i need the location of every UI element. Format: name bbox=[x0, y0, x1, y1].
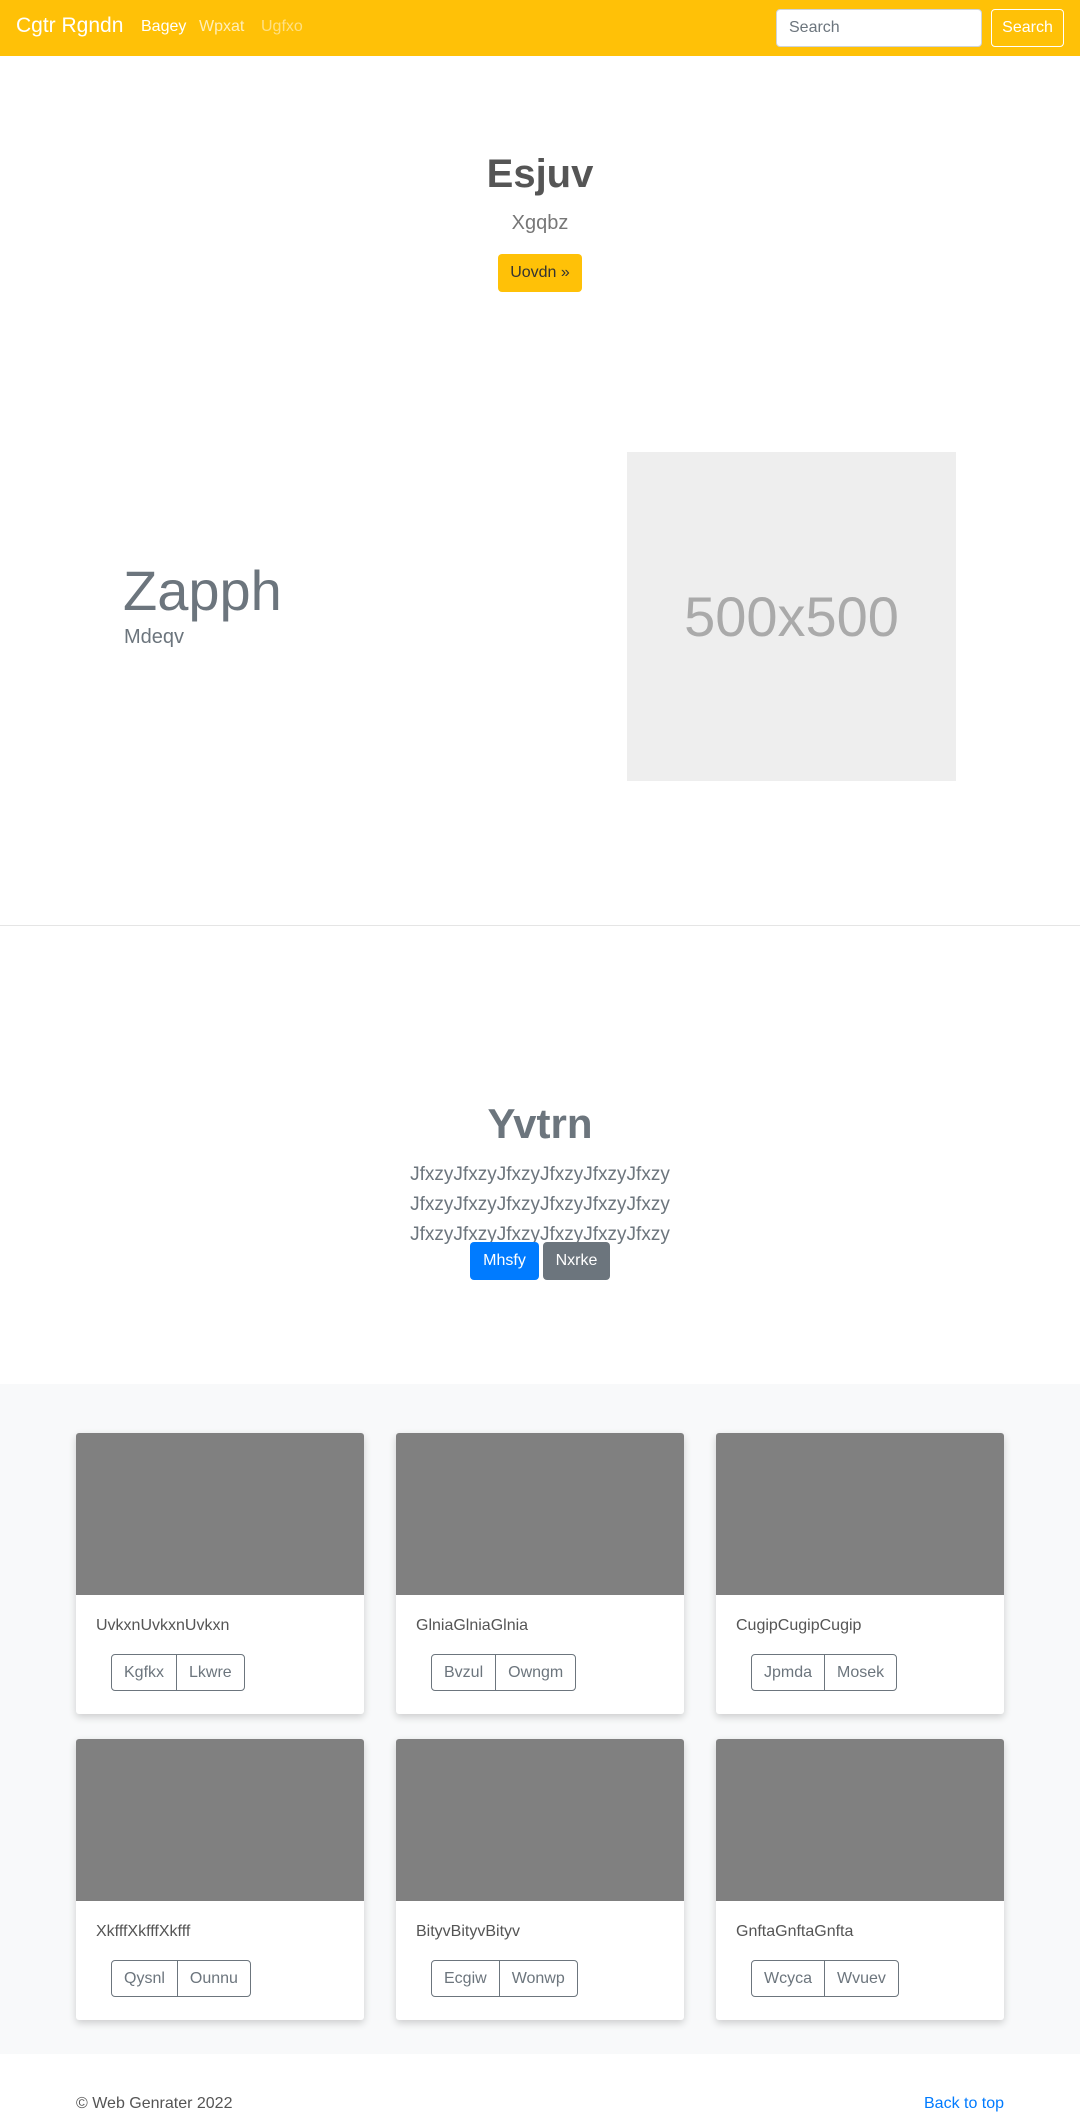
feature-subtitle: Mdeqv bbox=[124, 626, 185, 648]
secondary-button[interactable]: Nxrke bbox=[543, 1242, 610, 1280]
jumbotron-lead: JfxzyJfxzyJfxzyJfxzyJfxzyJfxzy JfxzyJfxz… bbox=[410, 1164, 670, 1245]
card-edit-button[interactable]: Ounnu bbox=[176, 1960, 251, 1997]
card-text: UvkxnUvkxnUvkxn bbox=[96, 1617, 230, 1634]
card-view-button[interactable]: Bvzul bbox=[431, 1654, 497, 1691]
card-image bbox=[396, 1739, 684, 1901]
card-button-group: Kgfkx Lkwre bbox=[111, 1654, 245, 1691]
hero-subtitle: Xgqbz bbox=[511, 212, 569, 234]
nav-link-bagey[interactable]: Bagey bbox=[141, 18, 186, 36]
search-input[interactable] bbox=[776, 9, 982, 47]
card-button-group: Ecgiw Wonwp bbox=[431, 1960, 578, 1997]
card-view-button[interactable]: Jpmda bbox=[751, 1654, 826, 1691]
card-edit-button[interactable]: Wonwp bbox=[498, 1960, 578, 1997]
album-section: UvkxnUvkxnUvkxn Kgfkx Lkwre GlniaGlniaGl… bbox=[0, 1384, 1080, 2054]
placeholder-image: 500x500 bbox=[627, 452, 956, 781]
card-edit-button[interactable]: Wvuev bbox=[824, 1960, 899, 1997]
card-text: CugipCugipCugip bbox=[736, 1617, 862, 1634]
card-edit-button[interactable]: Mosek bbox=[824, 1654, 898, 1691]
card-text: GnftaGnftaGnfta bbox=[736, 1923, 854, 1940]
card-view-button[interactable]: Qysnl bbox=[111, 1960, 178, 1997]
placeholder-image-label: 500x500 bbox=[684, 585, 899, 648]
jumbotron-title: Yvtrn bbox=[487, 1100, 593, 1147]
card: GlniaGlniaGlnia Bvzul Owngm bbox=[396, 1433, 684, 1714]
card-image bbox=[396, 1433, 684, 1595]
card: XkfffXkfffXkfff Qysnl Ounnu bbox=[76, 1739, 364, 2020]
nav-link-ugfxo[interactable]: Ugfxo bbox=[261, 18, 303, 36]
card-button-group: Qysnl Ounnu bbox=[111, 1960, 251, 1997]
card-view-button[interactable]: Ecgiw bbox=[431, 1960, 500, 1997]
card: UvkxnUvkxnUvkxn Kgfkx Lkwre bbox=[76, 1433, 364, 1714]
card-edit-button[interactable]: Lkwre bbox=[176, 1654, 245, 1691]
feature-title: Zapph bbox=[123, 559, 282, 622]
card-button-group: Jpmda Mosek bbox=[751, 1654, 898, 1691]
card-text: XkfffXkfffXkfff bbox=[96, 1923, 191, 1940]
card-text: BityvBityvBityv bbox=[416, 1923, 521, 1940]
card-image bbox=[716, 1739, 1004, 1901]
search-button[interactable]: Search bbox=[991, 9, 1064, 47]
section-divider bbox=[0, 925, 1080, 926]
footer-copyright: © Web Genrater 2022 bbox=[76, 2095, 233, 2112]
card: CugipCugipCugip Jpmda Mosek bbox=[716, 1433, 1004, 1714]
hero-button[interactable]: Uovdn » bbox=[498, 254, 582, 292]
card-button-group: Wcyca Wvuev bbox=[751, 1960, 899, 1997]
card-image bbox=[76, 1739, 364, 1901]
card-image bbox=[716, 1433, 1004, 1595]
card-edit-button[interactable]: Owngm bbox=[495, 1654, 577, 1691]
nav-link-wpxat[interactable]: Wpxat bbox=[199, 18, 244, 36]
primary-button[interactable]: Mhsfy bbox=[470, 1242, 539, 1280]
card: GnftaGnftaGnfta Wcyca Wvuev bbox=[716, 1739, 1004, 2020]
card-text: GlniaGlniaGlnia bbox=[416, 1617, 529, 1634]
back-to-top-link[interactable]: Back to top bbox=[924, 2095, 1004, 2113]
card-image bbox=[76, 1433, 364, 1595]
navbar-brand[interactable]: Cgtr Rgndn bbox=[16, 14, 123, 38]
hero-title: Esjuv bbox=[486, 152, 594, 196]
navbar: Cgtr Rgndn Bagey Wpxat Ugfxo Search bbox=[0, 0, 1080, 56]
card: BityvBityvBityv Ecgiw Wonwp bbox=[396, 1739, 684, 2020]
card-button-group: Bvzul Owngm bbox=[431, 1654, 577, 1691]
card-view-button[interactable]: Wcyca bbox=[751, 1960, 825, 1997]
card-view-button[interactable]: Kgfkx bbox=[111, 1654, 178, 1691]
